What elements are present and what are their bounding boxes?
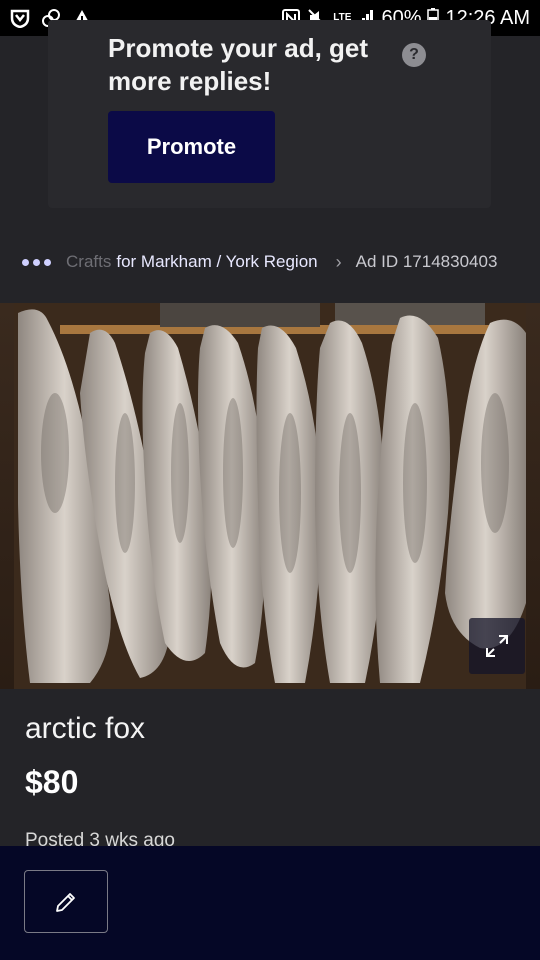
expand-image-button[interactable] (469, 618, 525, 674)
listing-price: $80 (25, 764, 79, 800)
bottom-action-bar (0, 846, 540, 960)
chevron-right-icon: › (335, 251, 342, 272)
more-dots-icon[interactable] (22, 252, 54, 272)
listing-photo[interactable] (0, 303, 540, 689)
listing-title: arctic fox (25, 712, 146, 745)
shield-app-icon (10, 8, 30, 28)
edit-button[interactable] (24, 870, 108, 933)
pencil-icon (56, 892, 75, 912)
help-icon[interactable]: ? (402, 43, 426, 67)
promote-button[interactable]: Promote (108, 111, 275, 183)
breadcrumb: Crafts for Markham / York Region › Ad ID… (0, 240, 540, 284)
ad-id: Ad ID 1714830403 (355, 252, 498, 271)
expand-icon (486, 635, 508, 657)
breadcrumb-location[interactable]: for Markham / York Region (116, 252, 317, 272)
promote-card: Promote your ad, get more replies! ? Pro… (48, 20, 491, 208)
breadcrumb-category[interactable]: Crafts (66, 252, 111, 272)
promote-message: Promote your ad, get more replies! (108, 33, 369, 96)
fox-pelts-image (0, 303, 540, 689)
